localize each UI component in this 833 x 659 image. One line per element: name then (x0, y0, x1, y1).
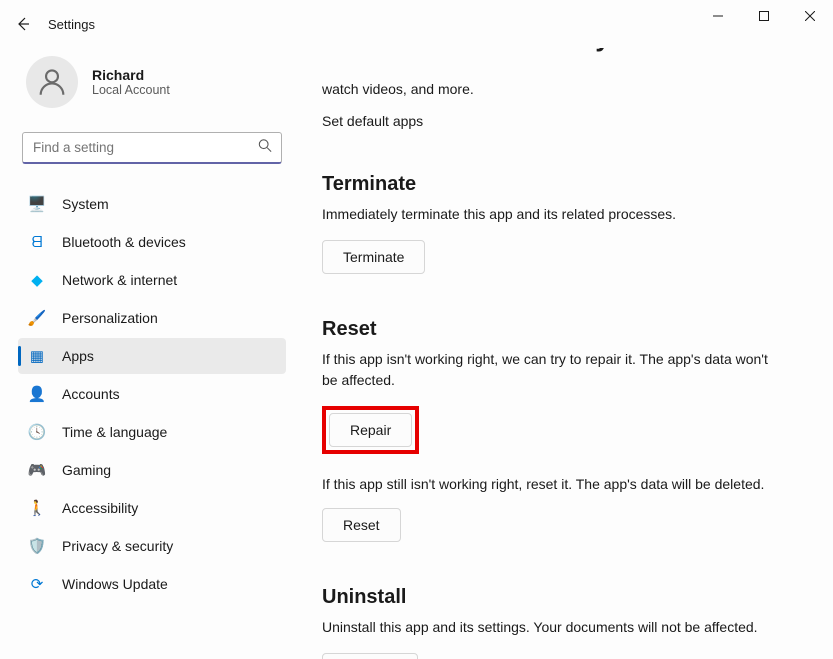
nav-icon: 🕓 (28, 423, 46, 441)
nav-label: Bluetooth & devices (62, 234, 186, 250)
nav-label: Network & internet (62, 272, 177, 288)
uninstall-desc: Uninstall this app and its settings. You… (322, 617, 782, 637)
search-input[interactable] (22, 132, 282, 164)
nav-icon: ◆ (28, 271, 46, 289)
user-block[interactable]: Richard Local Account (18, 56, 286, 108)
nav-item-privacy-security[interactable]: 🛡️ Privacy & security (18, 528, 286, 564)
nav-label: Accounts (62, 386, 120, 402)
maximize-icon (759, 11, 769, 21)
nav-item-time-language[interactable]: 🕓 Time & language (18, 414, 286, 450)
uninstall-section: Uninstall Uninstall this app and its set… (322, 586, 809, 659)
nav-item-network-internet[interactable]: ◆ Network & internet (18, 262, 286, 298)
intro-text: watch videos, and more. (322, 81, 809, 97)
uninstall-heading: Uninstall (322, 586, 809, 609)
nav-icon: 👤 (28, 385, 46, 403)
nav-label: Personalization (62, 310, 158, 326)
nav-item-apps[interactable]: ▦ Apps (18, 338, 286, 374)
nav-icon: ▦ (28, 347, 46, 365)
user-name: Richard (92, 67, 170, 83)
minimize-icon (713, 11, 723, 21)
nav-label: Privacy & security (62, 538, 173, 554)
minimize-button[interactable] (695, 0, 741, 32)
nav-item-gaming[interactable]: 🎮 Gaming (18, 452, 286, 488)
nav-label: Apps (62, 348, 94, 364)
back-button[interactable] (4, 5, 42, 43)
nav-item-accessibility[interactable]: 🚶 Accessibility (18, 490, 286, 526)
arrow-left-icon (15, 16, 31, 32)
avatar (26, 56, 78, 108)
app-title: Settings (48, 17, 95, 32)
nav-icon: ᗺ (28, 233, 46, 251)
nav-icon: 🖌️ (28, 309, 46, 327)
nav-label: Accessibility (62, 500, 138, 516)
reset-heading: Reset (322, 318, 809, 341)
terminate-section: Terminate Immediately terminate this app… (322, 173, 809, 274)
reset-desc-repair: If this app isn't working right, we can … (322, 349, 782, 390)
uninstall-button: Uninstall (322, 653, 418, 659)
page-title: Windows Security (378, 48, 610, 53)
nav-list: 🖥️ System ᗺ Bluetooth & devices ◆ Network & i… (18, 186, 286, 602)
person-icon (35, 65, 69, 99)
terminate-heading: Terminate (322, 173, 809, 196)
reset-section: Reset If this app isn't working right, w… (322, 318, 809, 542)
nav-item-bluetooth-devices[interactable]: ᗺ Bluetooth & devices (18, 224, 286, 260)
nav-item-system[interactable]: 🖥️ System (18, 186, 286, 222)
nav-item-windows-update[interactable]: ⟳ Windows Update (18, 566, 286, 602)
terminate-desc: Immediately terminate this app and its r… (322, 204, 782, 224)
nav-item-personalization[interactable]: 🖌️ Personalization (18, 300, 286, 336)
terminate-button[interactable]: Terminate (322, 240, 425, 274)
reset-button[interactable]: Reset (322, 508, 401, 542)
repair-highlight: Repair (322, 406, 419, 454)
nav-label: Windows Update (62, 576, 168, 592)
close-button[interactable] (787, 0, 833, 32)
nav-label: Time & language (62, 424, 167, 440)
nav-item-accounts[interactable]: 👤 Accounts (18, 376, 286, 412)
nav-icon: 🚶 (28, 499, 46, 517)
close-icon (805, 11, 815, 21)
nav-icon: 🎮 (28, 461, 46, 479)
search-icon (258, 139, 272, 158)
nav-icon: 🖥️ (28, 195, 46, 213)
user-account-type: Local Account (92, 83, 170, 97)
set-default-apps-link[interactable]: Set default apps (322, 113, 809, 129)
nav-icon: 🛡️ (28, 537, 46, 555)
nav-label: System (62, 196, 109, 212)
reset-desc-reset: If this app still isn't working right, r… (322, 476, 809, 492)
nav-label: Gaming (62, 462, 111, 478)
maximize-button[interactable] (741, 0, 787, 32)
nav-icon: ⟳ (28, 575, 46, 593)
repair-button[interactable]: Repair (329, 413, 412, 447)
